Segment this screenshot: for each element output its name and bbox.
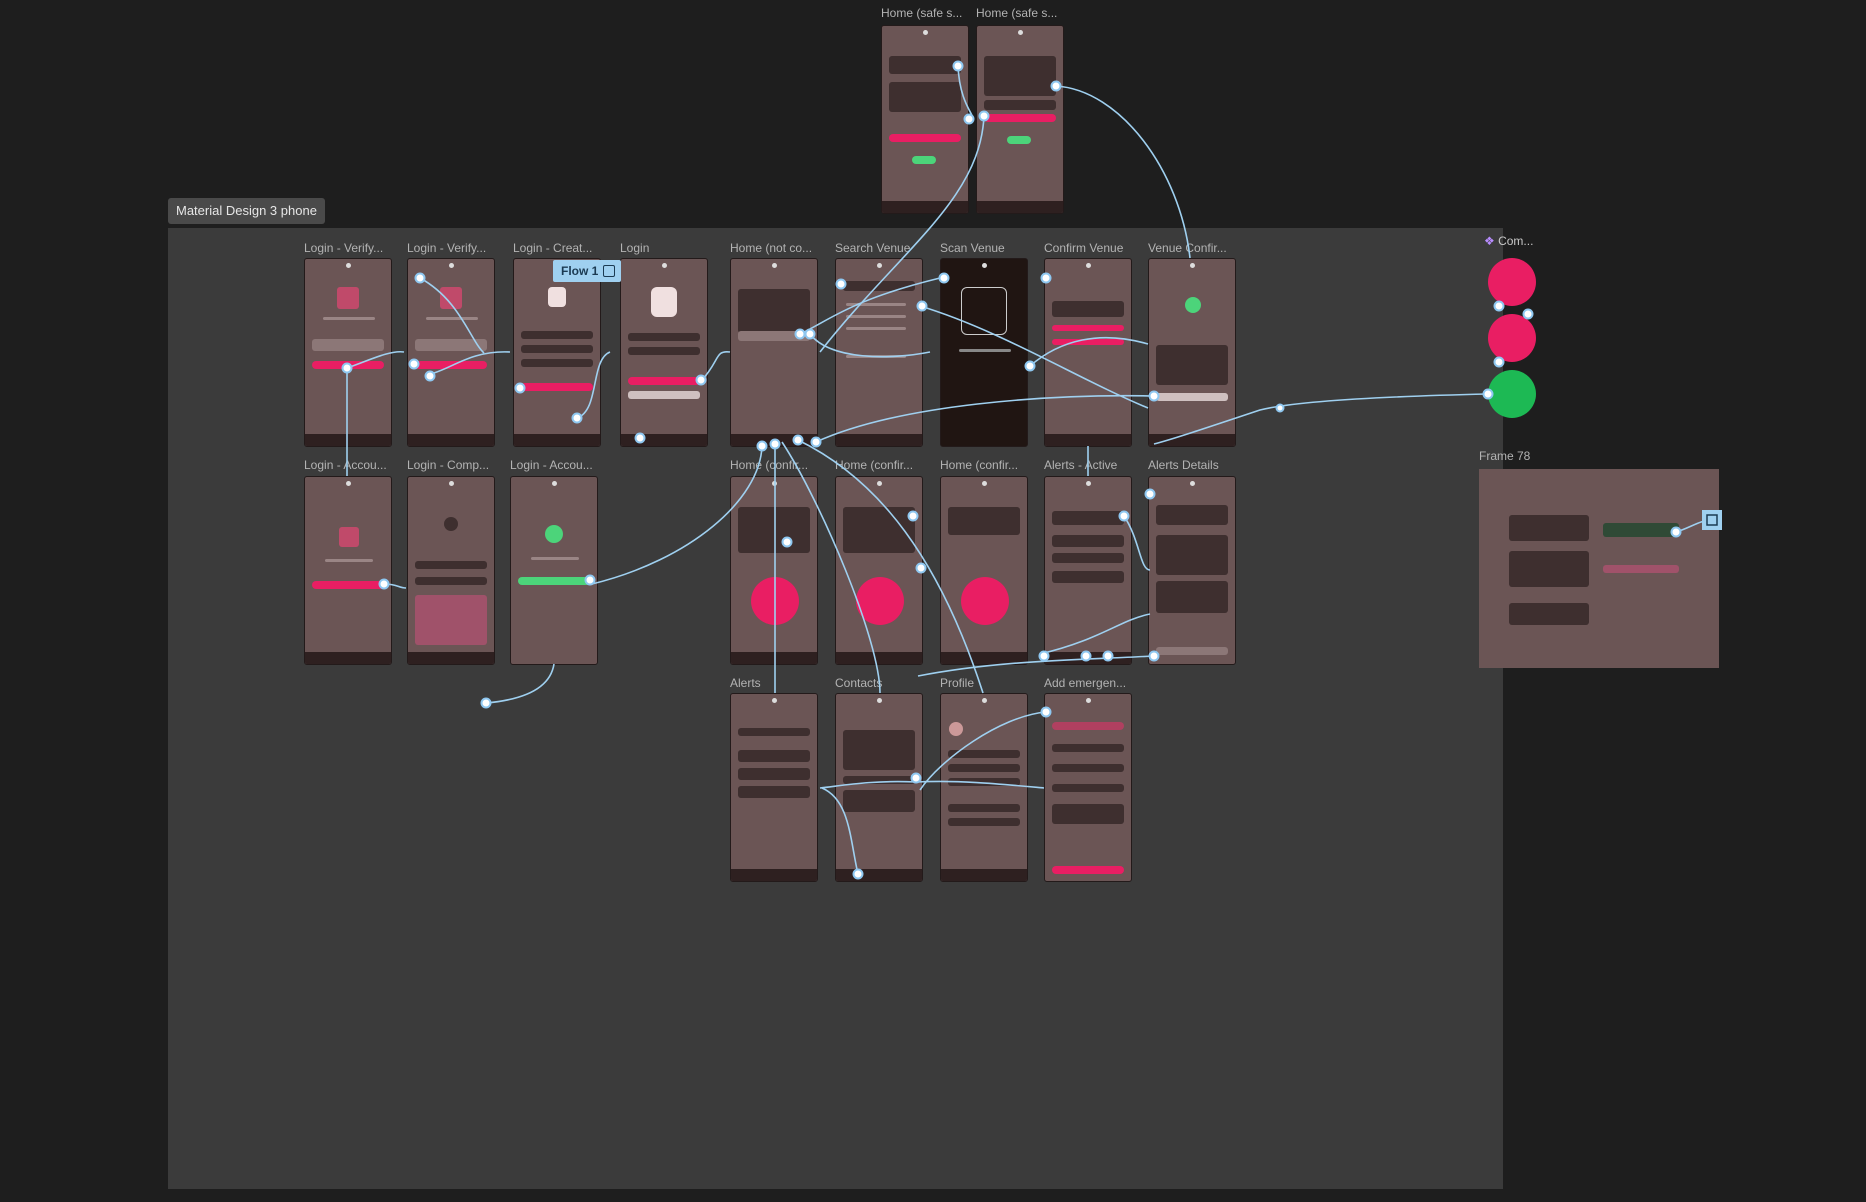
prototype-links	[341, 60, 1722, 880]
design-canvas[interactable]: Material Design 3 phone Home (safe s... …	[0, 0, 1866, 1202]
